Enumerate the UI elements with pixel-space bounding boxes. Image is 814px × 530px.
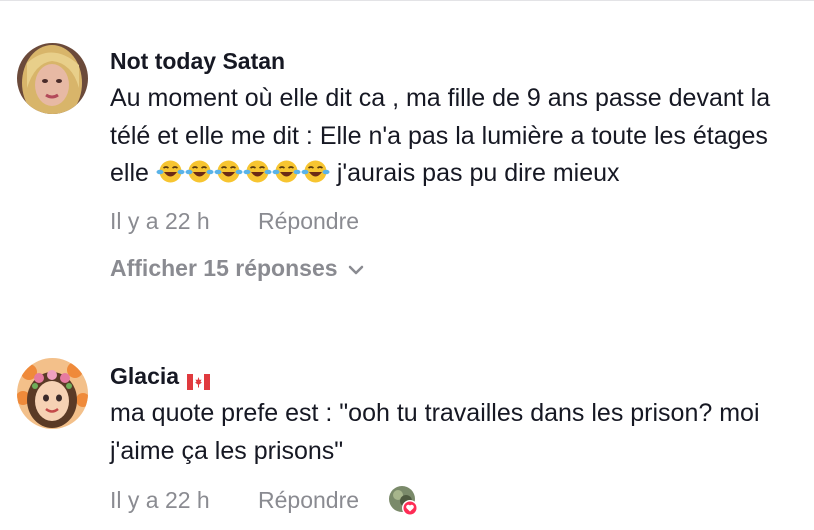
divider-top: [0, 0, 814, 1]
avatar[interactable]: [17, 43, 88, 114]
laughing-crying-emoji-icon: [243, 158, 272, 183]
laughing-crying-emoji-icon: [185, 158, 214, 183]
avatar[interactable]: [17, 358, 88, 429]
liked-by-creator-badge: [388, 485, 419, 516]
canada-flag-icon: [187, 368, 211, 390]
chevron-down-icon: [348, 255, 364, 282]
laughing-crying-emoji-group: [156, 158, 330, 183]
laughing-crying-emoji-icon: [301, 158, 330, 183]
laughing-crying-emoji-icon: [272, 158, 301, 183]
laughing-crying-emoji-icon: [214, 158, 243, 183]
comment-username[interactable]: Glacia: [110, 362, 800, 390]
comment-timestamp: Il y a 22 h: [110, 207, 210, 234]
comment-text: Au moment où elle dit ca , ma fille de 9…: [110, 84, 771, 187]
comment-meta: Il y a 22 h Répondre: [110, 208, 800, 235]
show-replies-button[interactable]: Afficher 15 réponses: [110, 255, 800, 282]
comment-text: ma quote prefe est : "ooh tu travailles …: [110, 399, 760, 465]
comment-username[interactable]: Not today Satan: [110, 47, 800, 75]
comment-timestamp: Il y a 22 h: [110, 486, 210, 513]
comment-meta: Il y a 22 h Répondre: [110, 485, 800, 516]
reply-button[interactable]: Répondre: [258, 208, 359, 235]
laughing-crying-emoji-icon: [156, 158, 185, 183]
reply-button[interactable]: Répondre: [258, 487, 359, 514]
